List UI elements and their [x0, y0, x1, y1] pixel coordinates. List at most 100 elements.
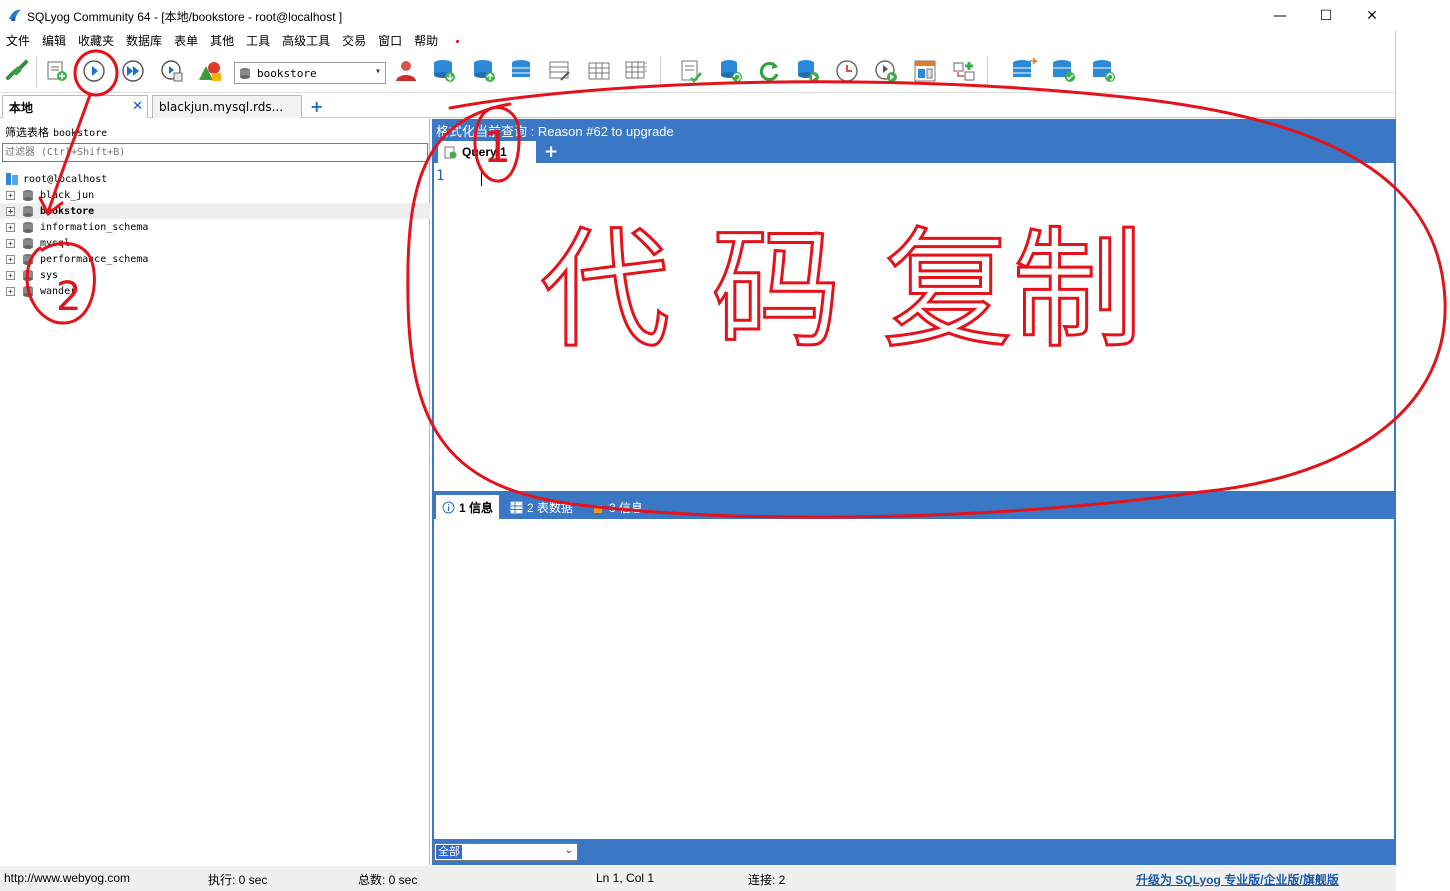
close-button[interactable]: ✕ — [1349, 0, 1395, 31]
tab-info[interactable]: 3 信息 — [592, 495, 643, 519]
execute-all-icon[interactable] — [119, 57, 147, 85]
tree-item-database[interactable]: + information_schema — [0, 219, 430, 235]
filter-value: bookstore — [53, 128, 108, 139]
expand-icon[interactable]: + — [6, 254, 15, 264]
connection-tab-label: 本地 — [9, 100, 34, 115]
window-title: SQLyog Community 64 - [本地/bookstore - ro… — [27, 10, 343, 24]
chevron-down-icon: ⌄ — [564, 845, 573, 856]
tree-item-label: black_jun — [40, 189, 95, 201]
database-icon — [23, 189, 33, 201]
toolbar-separator — [36, 57, 37, 87]
table-diagnostics-icon[interactable] — [546, 57, 574, 85]
expand-icon[interactable]: + — [6, 190, 15, 200]
expand-icon[interactable]: + — [6, 286, 15, 296]
status-bar: http://www.webyog.com 执行: 0 sec 总数: 0 se… — [0, 866, 1396, 891]
tree-item-database[interactable]: + performance_schema — [0, 251, 430, 267]
execute-edit-icon[interactable] — [158, 57, 186, 85]
tab-messages[interactable]: 1 信息 — [436, 495, 500, 519]
expand-icon[interactable]: + — [6, 270, 15, 280]
status-total-time: 总数: 0 sec — [358, 873, 418, 887]
query-tab-1[interactable]: Query 1 — [438, 141, 536, 163]
close-icon[interactable]: ✕ — [132, 99, 143, 114]
upgrade-link[interactable]: 升级为 SQLyog 专业版/企业版/旗舰版 — [1136, 871, 1339, 888]
connection-tab-label: blackjun.mysql.rds... — [159, 100, 284, 114]
status-cursor-position: Ln 1, Col 1 — [596, 871, 655, 885]
query-builder-icon[interactable] — [911, 57, 939, 85]
execute-query-icon[interactable] — [80, 57, 108, 85]
results-area — [434, 519, 1394, 839]
object-browser: 筛选表格 bookstore root@localhost + black_jun… — [0, 119, 430, 865]
menu-table[interactable]: 表单 — [174, 31, 198, 51]
tree-item-label: sys — [40, 269, 59, 281]
title-bar: SQLyog Community 64 - [本地/bookstore - ro… — [0, 0, 1396, 31]
table-export-icon[interactable] — [623, 57, 651, 85]
menu-favorites[interactable]: 收藏夹 — [78, 31, 114, 51]
new-connection-icon[interactable] — [3, 57, 31, 85]
database-icon — [23, 285, 33, 297]
add-connection-button[interactable]: + — [310, 97, 323, 116]
tree-item-label: wander — [40, 285, 77, 297]
tab-label: 2 表数据 — [527, 500, 574, 515]
copy-database-icon[interactable] — [794, 57, 822, 85]
expand-icon[interactable]: + — [6, 222, 15, 232]
query-profiler-icon[interactable] — [677, 57, 705, 85]
db-migrate-icon[interactable] — [1090, 57, 1118, 85]
menu-transaction[interactable]: 交易 — [342, 31, 366, 51]
database-select-value: bookstore — [257, 66, 317, 80]
refresh-icon[interactable] — [755, 57, 783, 85]
filter-label: 筛选表格 — [5, 126, 49, 139]
expand-icon[interactable]: + — [6, 206, 15, 216]
menu-file[interactable]: 文件 — [6, 31, 30, 51]
sql-editor[interactable]: 1 — [434, 163, 1394, 491]
menu-tools[interactable]: 工具 — [246, 31, 270, 51]
tree-item-database[interactable]: + black_jun — [0, 187, 430, 203]
info-icon — [442, 501, 455, 513]
menu-powertools[interactable]: 高级工具 — [282, 31, 330, 51]
connection-tab-remote[interactable]: blackjun.mysql.rds... — [152, 95, 302, 118]
maximize-button[interactable]: ☐ — [1303, 0, 1349, 31]
restore-icon[interactable] — [470, 57, 498, 85]
db-compare-icon[interactable] — [1050, 57, 1078, 85]
import-icon[interactable] — [508, 57, 536, 85]
menu-database[interactable]: 数据库 — [126, 31, 162, 51]
menu-edit[interactable]: 编辑 — [42, 31, 66, 51]
sync-icon[interactable] — [717, 57, 745, 85]
info-doc-icon — [594, 504, 602, 513]
menu-others[interactable]: 其他 — [210, 31, 234, 51]
expand-icon[interactable]: + — [6, 238, 15, 248]
upgrade-banner[interactable]: 格式化当前查询 : Reason #62 to upgrade — [436, 121, 674, 139]
text-caret — [481, 169, 482, 186]
database-select[interactable]: bookstore ▾ — [234, 62, 386, 84]
notification-dot — [456, 40, 460, 43]
tree-item-label: information_schema — [40, 221, 149, 233]
schema-sync-icon[interactable] — [950, 57, 978, 85]
db-export-icon[interactable] — [1010, 57, 1038, 85]
tree-root-label: root@localhost — [23, 173, 108, 185]
tree-item-database[interactable]: + mysql — [0, 235, 430, 251]
table-grid-icon[interactable] — [585, 57, 613, 85]
table-icon — [510, 501, 523, 513]
status-url[interactable]: http://www.webyog.com — [4, 871, 130, 885]
menu-window[interactable]: 窗口 — [378, 31, 402, 51]
add-query-tab-button[interactable]: + — [544, 142, 558, 162]
filter-input[interactable] — [2, 143, 428, 162]
new-query-icon[interactable] — [43, 57, 71, 85]
tree-root[interactable]: root@localhost — [5, 171, 107, 187]
scheduled-jobs-icon[interactable] — [833, 57, 861, 85]
tree-item-label: bookstore — [40, 205, 95, 217]
minimize-button[interactable]: — — [1257, 0, 1303, 31]
data-sync-icon[interactable] — [872, 57, 900, 85]
menu-help[interactable]: 帮助 — [414, 31, 438, 51]
tree-item-label: mysql — [40, 237, 71, 249]
tab-table-data[interactable]: 2 表数据 — [510, 495, 573, 519]
connection-tab-local[interactable]: 本地 ✕ — [2, 95, 148, 118]
results-filter-select[interactable]: 全部 ⌄ — [434, 843, 578, 861]
schema-designer-icon[interactable] — [196, 57, 224, 85]
user-manager-icon[interactable] — [392, 57, 420, 85]
tree-item-database[interactable]: + wander — [0, 283, 430, 299]
tree-item-database-selected[interactable]: + bookstore — [0, 203, 430, 219]
backup-icon[interactable] — [430, 57, 458, 85]
tree-item-database[interactable]: + sys — [0, 267, 430, 283]
menu-bar: 文件 编辑 收藏夹 数据库 表单 其他 工具 高级工具 交易 窗口 帮助 — [0, 31, 1396, 51]
database-icon — [23, 205, 33, 217]
